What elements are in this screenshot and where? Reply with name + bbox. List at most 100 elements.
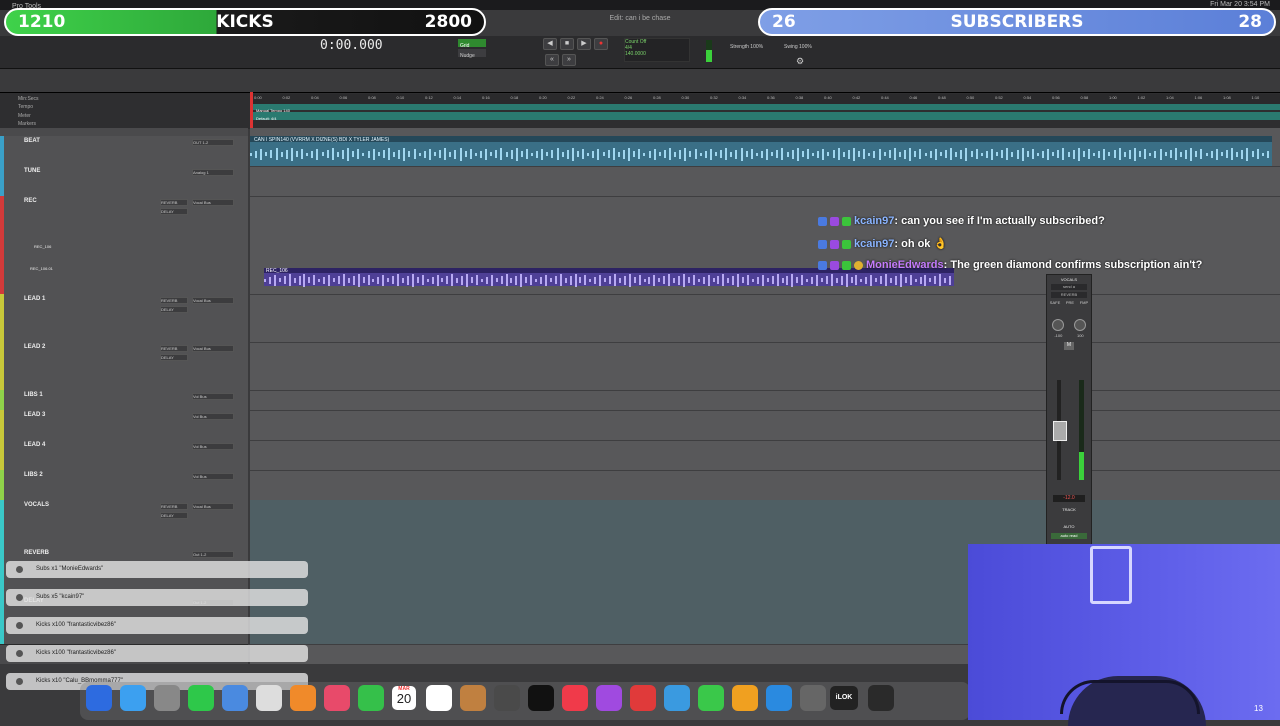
ilok-icon[interactable]: iLOK bbox=[830, 686, 858, 710]
play-button[interactable]: ▶ bbox=[577, 38, 591, 50]
track-header[interactable]: TUNE Analog 1 bbox=[0, 166, 248, 197]
notes-icon[interactable] bbox=[256, 685, 282, 711]
track-header[interactable]: LIBS 2 Vol Bus bbox=[0, 470, 248, 501]
track-io[interactable]: Vocal Bus bbox=[192, 199, 234, 206]
track-name[interactable]: LIBS 1 bbox=[24, 392, 43, 398]
safari-icon[interactable] bbox=[120, 685, 146, 711]
gear-icon[interactable]: ⚙ bbox=[796, 56, 804, 67]
track-name[interactable]: LEAD 3 bbox=[24, 412, 45, 418]
track-name[interactable]: BEAT bbox=[24, 138, 40, 144]
clip-list-item[interactable]: REC_106 bbox=[34, 244, 51, 249]
mixer-track-label: TRACK bbox=[1062, 507, 1076, 512]
pre-button[interactable]: PRE bbox=[1066, 300, 1074, 305]
track-send-slot[interactable]: DELAY bbox=[160, 306, 188, 313]
track-lane[interactable] bbox=[250, 410, 1280, 441]
track-lane[interactable] bbox=[250, 342, 1280, 391]
main-counter[interactable]: 0:00.000 bbox=[320, 38, 383, 53]
pan-knob-right[interactable] bbox=[1074, 319, 1086, 331]
track-lane[interactable] bbox=[250, 294, 1280, 343]
app-store-icon[interactable] bbox=[766, 685, 792, 711]
pan-knob-left[interactable] bbox=[1052, 319, 1064, 331]
track-header[interactable]: BEAT OUT 1-2 bbox=[0, 136, 248, 167]
launchpad-icon[interactable] bbox=[154, 685, 180, 711]
track-io[interactable]: OUT 1-2 bbox=[192, 139, 234, 146]
safe-button[interactable]: SAFE bbox=[1050, 300, 1060, 305]
track-name[interactable]: LEAD 2 bbox=[24, 344, 45, 350]
track-lane[interactable] bbox=[250, 166, 1280, 197]
pro-tools-icon[interactable] bbox=[868, 685, 894, 711]
track-io[interactable]: Vol Bus bbox=[192, 473, 234, 480]
pages-icon[interactable] bbox=[732, 685, 758, 711]
track-io[interactable]: Vocal Bus bbox=[192, 297, 234, 304]
nudge-selector[interactable]: Nudge bbox=[458, 49, 486, 59]
messages-icon[interactable] bbox=[188, 685, 214, 711]
track-name[interactable]: LEAD 1 bbox=[24, 296, 45, 302]
tv-icon[interactable] bbox=[528, 685, 554, 711]
track-lane[interactable] bbox=[250, 390, 1280, 411]
track-header[interactable]: LEAD 4 Vol Bus bbox=[0, 440, 248, 471]
automation-mode[interactable]: auto read bbox=[1051, 533, 1087, 539]
track-io[interactable]: Vol Bus bbox=[192, 413, 234, 420]
track-name[interactable]: VOCALS bbox=[24, 502, 49, 508]
mixer-insert-slot[interactable]: REVERB bbox=[1051, 292, 1087, 298]
track-io[interactable]: Out 1-2 bbox=[192, 551, 234, 558]
keynote-icon[interactable] bbox=[664, 685, 690, 711]
track-io[interactable]: Vocal Bus bbox=[192, 503, 234, 510]
track-send-slot[interactable]: REVERB bbox=[160, 503, 188, 510]
back-button[interactable]: « bbox=[545, 54, 559, 66]
track-io[interactable]: Vol Bus bbox=[192, 393, 234, 400]
track-header[interactable]: LEAD 1 REVERB DELAY Vocal Bus bbox=[0, 294, 248, 343]
track-name[interactable]: TUNE bbox=[24, 168, 40, 174]
track-name[interactable]: LEAD 4 bbox=[24, 442, 45, 448]
track-name[interactable]: REVERB bbox=[24, 550, 49, 556]
track-send-slot[interactable]: DELAY bbox=[160, 208, 188, 215]
photos-icon[interactable] bbox=[324, 685, 350, 711]
track-send-slot[interactable]: REVERB bbox=[160, 199, 188, 206]
meter-ruler[interactable]: Default: 4/4 bbox=[252, 112, 1280, 121]
contacts-icon[interactable] bbox=[460, 685, 486, 711]
facetime-icon[interactable] bbox=[358, 685, 384, 711]
track-header[interactable]: LEAD 2 REVERB DELAY Vocal Bus bbox=[0, 342, 248, 391]
stop-button[interactable]: ■ bbox=[560, 38, 574, 50]
mixer-send-slot[interactable]: send a bbox=[1051, 284, 1087, 290]
track-send-slot[interactable]: DELAY bbox=[160, 512, 188, 519]
track-header[interactable]: LEAD 3 Vol Bus bbox=[0, 410, 248, 441]
music-icon[interactable] bbox=[562, 685, 588, 711]
mail-icon[interactable] bbox=[222, 685, 248, 711]
track-io[interactable]: Vocal Bus bbox=[192, 345, 234, 352]
track-header[interactable]: VOCALS REVERB DELAY Vocal Bus bbox=[0, 500, 248, 549]
calculator-icon[interactable] bbox=[494, 685, 520, 711]
track-io[interactable]: Analog 1 bbox=[192, 169, 234, 176]
clip-list-item[interactable]: REC_106.01 bbox=[30, 266, 53, 271]
news-icon[interactable] bbox=[630, 685, 656, 711]
record-button[interactable]: ● bbox=[594, 38, 608, 50]
calendar-icon[interactable]: MAR 20 bbox=[392, 686, 416, 710]
track-send-slot[interactable]: DELAY bbox=[160, 354, 188, 361]
maps-icon[interactable] bbox=[290, 685, 316, 711]
tempo-ruler[interactable]: Manual Tempo 140 bbox=[252, 104, 1280, 113]
track-header[interactable]: LIBS 1 Vol Bus bbox=[0, 390, 248, 411]
track-name[interactable]: REC bbox=[24, 198, 37, 204]
grid-selector[interactable]: Grid bbox=[458, 39, 486, 49]
track-send-slot[interactable]: REVERB bbox=[160, 345, 188, 352]
timeline-ruler[interactable]: 0:00 0:02 0:04 0:06 0:08 0:10 0:12 0:14 0:16 0:18… bbox=[252, 94, 1280, 104]
forward-button[interactable]: » bbox=[562, 54, 576, 66]
rewind-button[interactable]: ◀ bbox=[543, 38, 557, 50]
mute-button[interactable]: M bbox=[1064, 342, 1074, 350]
reminders-icon[interactable] bbox=[426, 685, 452, 711]
fmp-button[interactable]: FMP bbox=[1080, 300, 1088, 305]
beat-clip[interactable] bbox=[250, 136, 1272, 166]
track-header[interactable]: REC REVERB DELAY Vocal Bus REC_106 REC_106.01 bbox=[0, 196, 248, 295]
podcasts-icon[interactable] bbox=[596, 685, 622, 711]
midi-counter[interactable]: Count Off 4/4 140.0000 bbox=[624, 38, 690, 62]
track-lane[interactable] bbox=[250, 470, 1280, 501]
system-settings-icon[interactable] bbox=[800, 685, 826, 711]
volume-fader[interactable] bbox=[1053, 421, 1067, 441]
track-lane[interactable] bbox=[250, 500, 1280, 549]
track-io[interactable]: Vol Bus bbox=[192, 443, 234, 450]
numbers-icon[interactable] bbox=[698, 685, 724, 711]
track-lane[interactable] bbox=[250, 440, 1280, 471]
track-name[interactable]: LIBS 2 bbox=[24, 472, 43, 478]
finder-icon[interactable] bbox=[86, 685, 112, 711]
track-send-slot[interactable]: REVERB bbox=[160, 297, 188, 304]
